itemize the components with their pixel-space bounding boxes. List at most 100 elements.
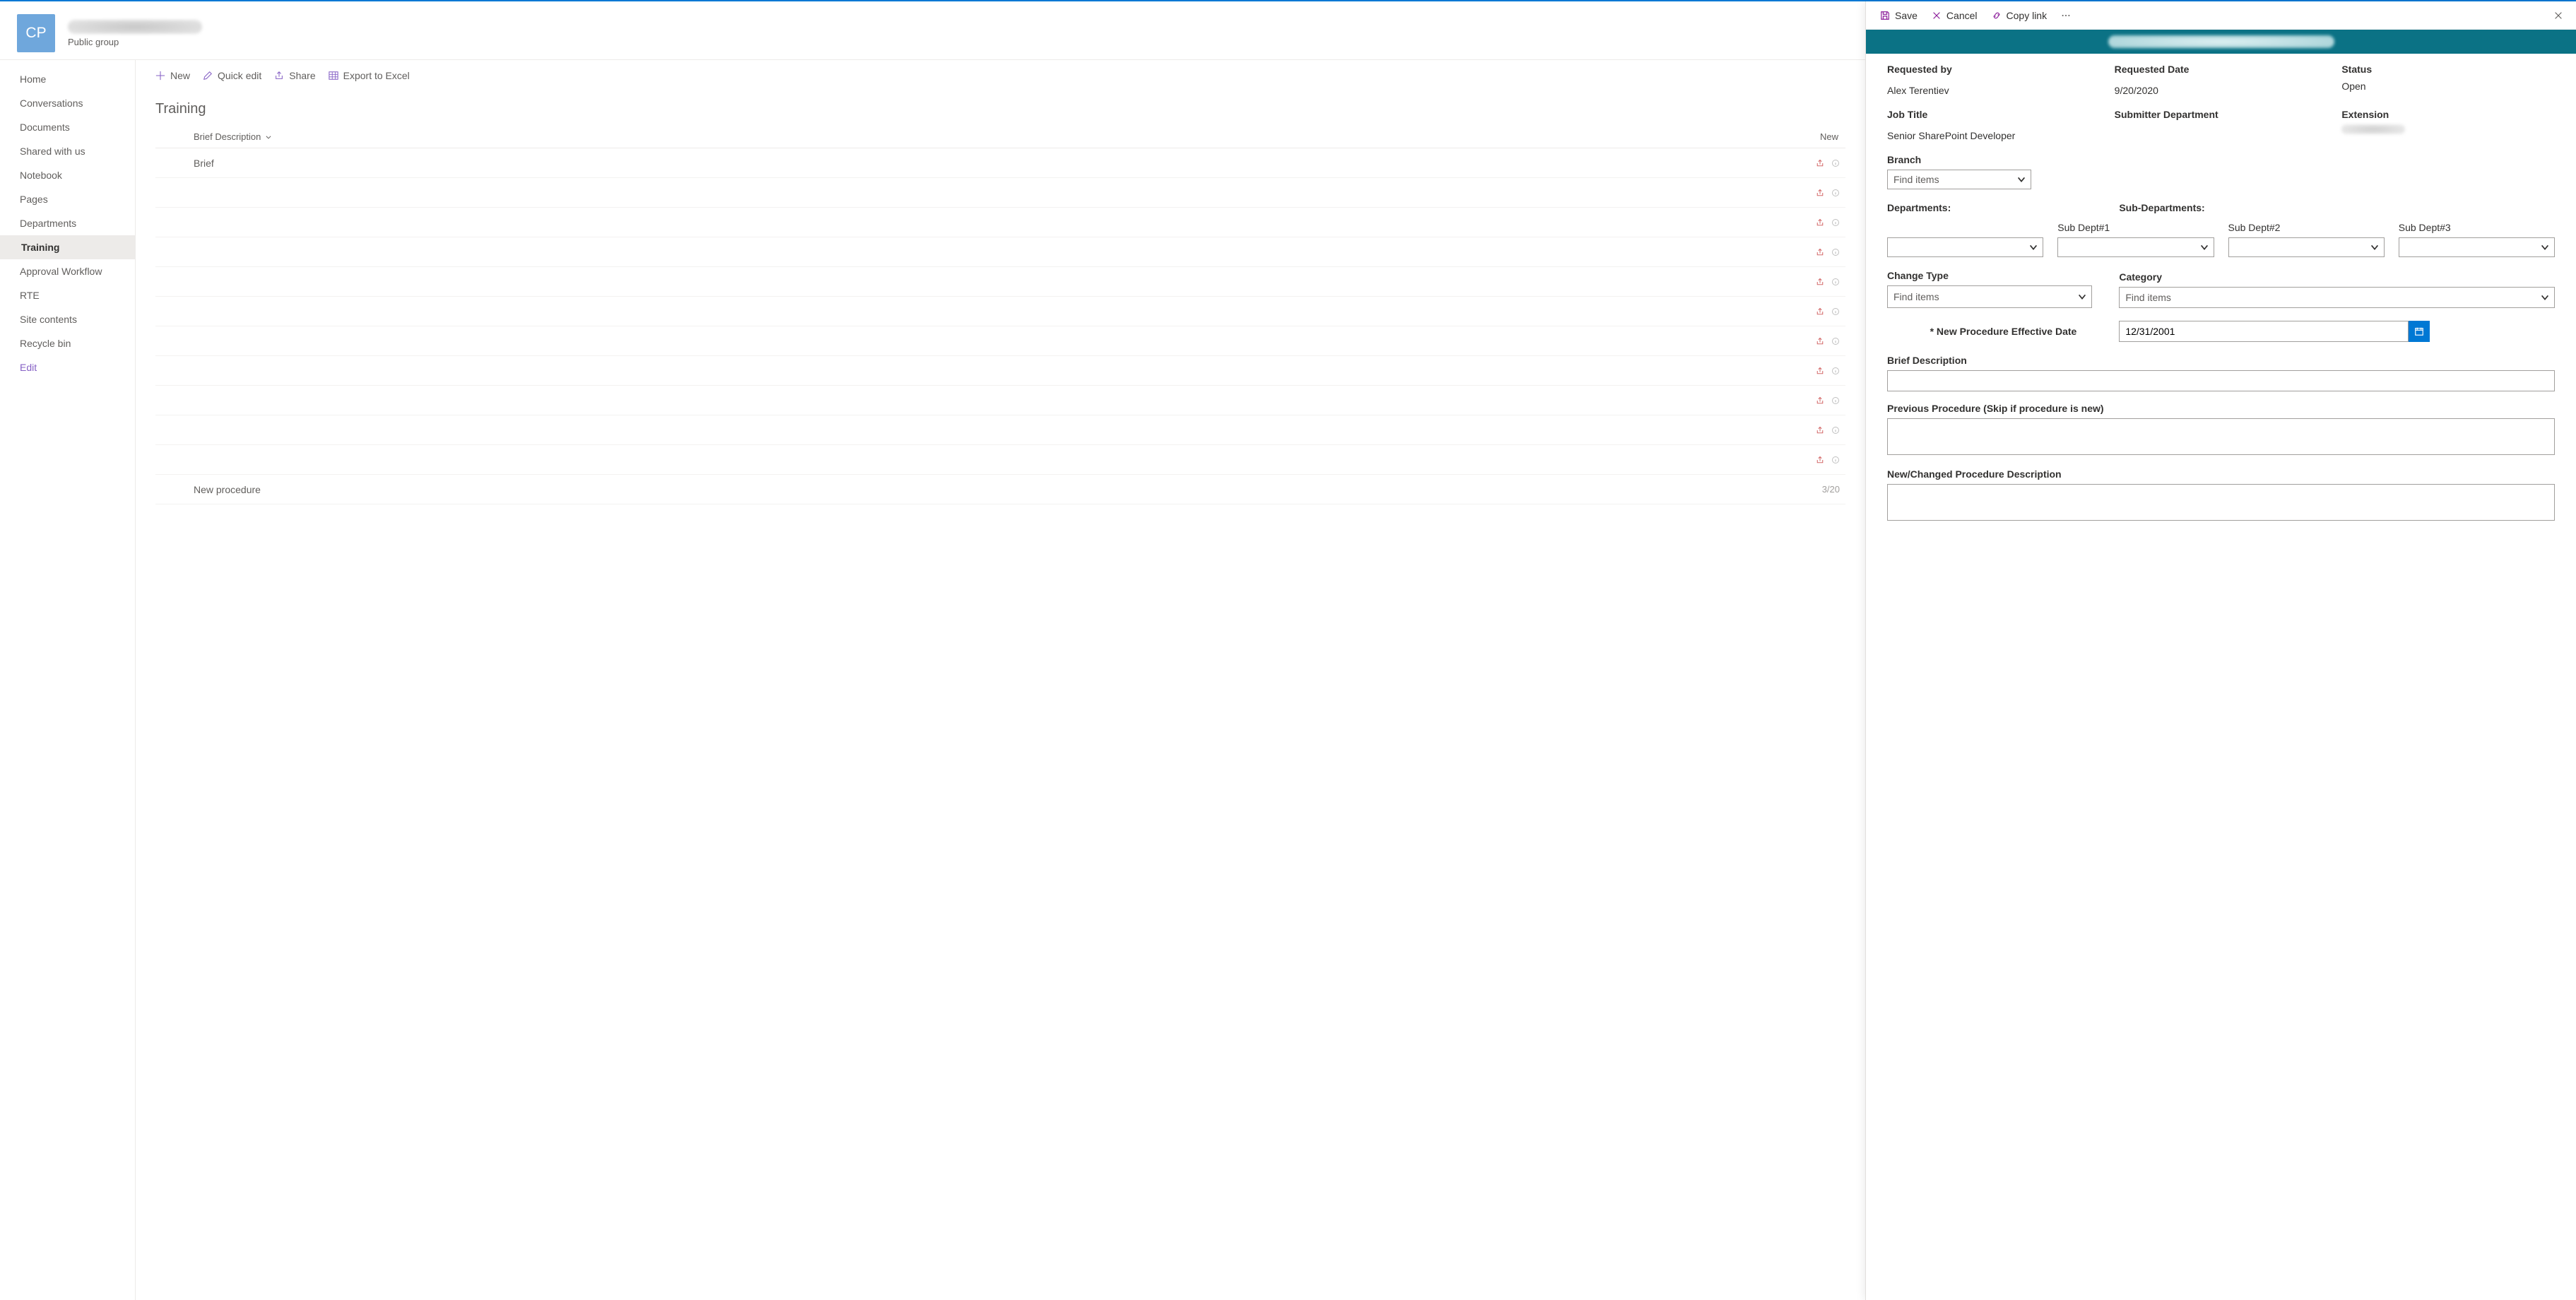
info-icon[interactable]	[1831, 426, 1840, 435]
share-icon[interactable]	[1816, 426, 1824, 435]
chevron-down-icon	[2199, 242, 2209, 252]
site-logo[interactable]: CP	[17, 14, 55, 52]
list-row[interactable]	[155, 178, 1845, 208]
info-icon[interactable]	[1831, 396, 1840, 405]
sub-departments-label: Sub-Departments:	[2119, 202, 2555, 213]
new-changed-desc-textarea[interactable]	[1887, 484, 2555, 521]
panel-copy-link-label: Copy link	[2007, 10, 2048, 21]
share-icon	[274, 71, 284, 81]
info-icon[interactable]	[1831, 307, 1840, 316]
list-row-actions	[1816, 367, 1840, 375]
info-icon[interactable]	[1831, 218, 1840, 227]
calendar-button[interactable]	[2409, 321, 2430, 342]
column-brief-description[interactable]: Brief Description	[155, 131, 272, 142]
panel-save-button[interactable]: Save	[1876, 7, 1922, 24]
sub-dept-3-label: Sub Dept#3	[2399, 222, 2555, 233]
list-command-bar: New Quick edit Share	[155, 60, 1845, 91]
share-icon[interactable]	[1816, 278, 1824, 286]
list-row[interactable]	[155, 415, 1845, 445]
site-visibility: Public group	[68, 37, 202, 47]
site-header: CP Public group	[0, 1, 1865, 59]
category-combobox[interactable]: Find items	[2119, 287, 2555, 308]
list-row[interactable]	[155, 386, 1845, 415]
list-row[interactable]	[155, 208, 1845, 237]
cmd-quick-edit[interactable]: Quick edit	[203, 70, 261, 81]
link-icon	[1992, 11, 2002, 20]
share-icon[interactable]	[1816, 456, 1824, 464]
sub-dept-2-combobox[interactable]	[2228, 237, 2385, 257]
cmd-export-excel[interactable]: Export to Excel	[329, 70, 410, 81]
category-label: Category	[2119, 271, 2555, 283]
nav-approval-workflow[interactable]: Approval Workflow	[0, 259, 135, 283]
list-row[interactable]	[155, 356, 1845, 386]
list-row[interactable]	[155, 445, 1845, 475]
departments-combobox[interactable]	[1887, 237, 2043, 257]
sub-dept-3-combobox[interactable]	[2399, 237, 2555, 257]
panel-close-button[interactable]	[2551, 8, 2566, 23]
nav-training[interactable]: Training	[0, 235, 135, 259]
chevron-down-icon	[2016, 175, 2026, 184]
info-icon[interactable]	[1831, 189, 1840, 197]
column-new[interactable]: New	[1820, 131, 1838, 142]
info-icon[interactable]	[1831, 248, 1840, 256]
submitter-department-label: Submitter Department	[2115, 109, 2328, 120]
info-icon[interactable]	[1831, 456, 1840, 464]
nav-notebook[interactable]: Notebook	[0, 163, 135, 187]
side-panel: Save Cancel Copy link	[1865, 1, 2576, 1300]
list-row[interactable]	[155, 326, 1845, 356]
list-row[interactable]: New procedure3/20	[155, 475, 1845, 504]
info-icon[interactable]	[1831, 278, 1840, 286]
nav-rte[interactable]: RTE	[0, 283, 135, 307]
share-icon[interactable]	[1816, 248, 1824, 256]
cmd-share[interactable]: Share	[274, 70, 315, 81]
previous-procedure-textarea[interactable]	[1887, 418, 2555, 455]
extension-label: Extension	[2341, 109, 2555, 120]
nav-conversations[interactable]: Conversations	[0, 91, 135, 115]
sub-dept-1-combobox[interactable]	[2057, 237, 2214, 257]
share-icon[interactable]	[1816, 367, 1824, 375]
list-row[interactable]	[155, 237, 1845, 267]
requested-by-label: Requested by	[1887, 64, 2101, 75]
list-row-actions	[1816, 189, 1840, 197]
nav-pages[interactable]: Pages	[0, 187, 135, 211]
list-row[interactable]: Brief	[155, 148, 1845, 178]
brief-description-input[interactable]	[1887, 370, 2555, 391]
info-icon[interactable]	[1831, 367, 1840, 375]
list-row[interactable]	[155, 297, 1845, 326]
share-icon[interactable]	[1816, 396, 1824, 405]
branch-combobox[interactable]: Find items	[1887, 170, 2031, 189]
list-row[interactable]	[155, 267, 1845, 297]
more-icon	[2061, 11, 2071, 20]
nav-edit-link[interactable]: Edit	[0, 355, 135, 379]
list-row-actions	[1816, 218, 1840, 227]
effective-date-input[interactable]	[2119, 321, 2409, 342]
share-icon[interactable]	[1816, 189, 1824, 197]
cmd-new[interactable]: New	[155, 70, 190, 81]
share-icon[interactable]	[1816, 307, 1824, 316]
panel-save-label: Save	[1895, 10, 1918, 21]
save-icon	[1880, 11, 1890, 20]
share-icon[interactable]	[1816, 218, 1824, 227]
category-placeholder: Find items	[2125, 292, 2171, 303]
nav-departments[interactable]: Departments	[0, 211, 135, 235]
panel-more-button[interactable]	[2057, 8, 2075, 23]
nav-documents[interactable]: Documents	[0, 115, 135, 139]
brief-description-label: Brief Description	[1887, 355, 2555, 366]
panel-copy-link-button[interactable]: Copy link	[1987, 7, 2052, 24]
job-title-label: Job Title	[1887, 109, 2101, 120]
info-icon[interactable]	[1831, 159, 1840, 167]
list-row-actions	[1816, 278, 1840, 286]
nav-site-contents[interactable]: Site contents	[0, 307, 135, 331]
nav-home[interactable]: Home	[0, 67, 135, 91]
info-icon[interactable]	[1831, 337, 1840, 345]
share-icon[interactable]	[1816, 337, 1824, 345]
nav-shared-with-us[interactable]: Shared with us	[0, 139, 135, 163]
list-row-actions	[1816, 248, 1840, 256]
change-type-combobox[interactable]: Find items	[1887, 285, 2092, 308]
list-area: New Quick edit Share	[136, 60, 1865, 1300]
list-row-actions	[1816, 396, 1840, 405]
status-label: Status	[2341, 64, 2555, 75]
nav-recycle-bin[interactable]: Recycle bin	[0, 331, 135, 355]
panel-cancel-button[interactable]: Cancel	[1927, 7, 1982, 24]
share-icon[interactable]	[1816, 159, 1824, 167]
